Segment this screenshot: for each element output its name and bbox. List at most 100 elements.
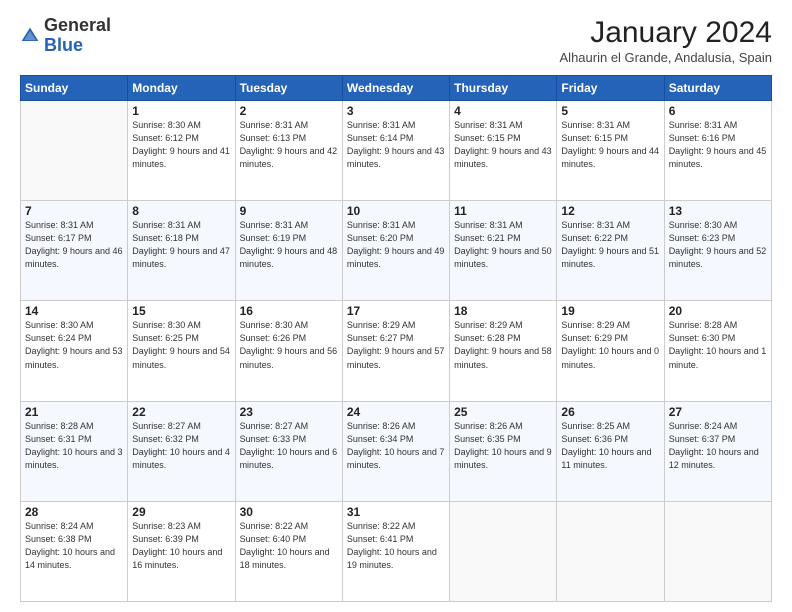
day-info: Sunrise: 8:29 AMSunset: 6:28 PMDaylight:… bbox=[454, 319, 552, 371]
day-number: 14 bbox=[25, 304, 123, 318]
day-number: 20 bbox=[669, 304, 767, 318]
table-row: 3Sunrise: 8:31 AMSunset: 6:14 PMDaylight… bbox=[342, 101, 449, 201]
table-row: 7Sunrise: 8:31 AMSunset: 6:17 PMDaylight… bbox=[21, 201, 128, 301]
day-info: Sunrise: 8:26 AMSunset: 6:35 PMDaylight:… bbox=[454, 420, 552, 472]
day-number: 13 bbox=[669, 204, 767, 218]
day-number: 4 bbox=[454, 104, 552, 118]
table-row: 26Sunrise: 8:25 AMSunset: 6:36 PMDayligh… bbox=[557, 401, 664, 501]
calendar-week-row: 14Sunrise: 8:30 AMSunset: 6:24 PMDayligh… bbox=[21, 301, 772, 401]
day-number: 17 bbox=[347, 304, 445, 318]
calendar-week-row: 7Sunrise: 8:31 AMSunset: 6:17 PMDaylight… bbox=[21, 201, 772, 301]
day-info: Sunrise: 8:31 AMSunset: 6:21 PMDaylight:… bbox=[454, 219, 552, 271]
day-info: Sunrise: 8:29 AMSunset: 6:27 PMDaylight:… bbox=[347, 319, 445, 371]
day-info: Sunrise: 8:30 AMSunset: 6:24 PMDaylight:… bbox=[25, 319, 123, 371]
logo-blue: Blue bbox=[44, 35, 83, 55]
calendar-week-row: 21Sunrise: 8:28 AMSunset: 6:31 PMDayligh… bbox=[21, 401, 772, 501]
table-row: 29Sunrise: 8:23 AMSunset: 6:39 PMDayligh… bbox=[128, 501, 235, 601]
day-info: Sunrise: 8:24 AMSunset: 6:38 PMDaylight:… bbox=[25, 520, 123, 572]
calendar-page: General Blue January 2024 Alhaurin el Gr… bbox=[0, 0, 792, 612]
day-number: 6 bbox=[669, 104, 767, 118]
table-row: 5Sunrise: 8:31 AMSunset: 6:15 PMDaylight… bbox=[557, 101, 664, 201]
table-row bbox=[664, 501, 771, 601]
day-info: Sunrise: 8:23 AMSunset: 6:39 PMDaylight:… bbox=[132, 520, 230, 572]
day-info: Sunrise: 8:26 AMSunset: 6:34 PMDaylight:… bbox=[347, 420, 445, 472]
table-row: 20Sunrise: 8:28 AMSunset: 6:30 PMDayligh… bbox=[664, 301, 771, 401]
day-number: 31 bbox=[347, 505, 445, 519]
day-info: Sunrise: 8:31 AMSunset: 6:19 PMDaylight:… bbox=[240, 219, 338, 271]
header: General Blue January 2024 Alhaurin el Gr… bbox=[20, 16, 772, 65]
day-info: Sunrise: 8:24 AMSunset: 6:37 PMDaylight:… bbox=[669, 420, 767, 472]
col-friday: Friday bbox=[557, 76, 664, 101]
table-row: 6Sunrise: 8:31 AMSunset: 6:16 PMDaylight… bbox=[664, 101, 771, 201]
day-number: 8 bbox=[132, 204, 230, 218]
table-row: 25Sunrise: 8:26 AMSunset: 6:35 PMDayligh… bbox=[450, 401, 557, 501]
day-number: 22 bbox=[132, 405, 230, 419]
logo-general: General bbox=[44, 15, 111, 35]
day-number: 12 bbox=[561, 204, 659, 218]
day-number: 21 bbox=[25, 405, 123, 419]
month-title: January 2024 bbox=[560, 16, 772, 50]
location: Alhaurin el Grande, Andalusia, Spain bbox=[560, 50, 772, 65]
day-info: Sunrise: 8:31 AMSunset: 6:18 PMDaylight:… bbox=[132, 219, 230, 271]
table-row: 8Sunrise: 8:31 AMSunset: 6:18 PMDaylight… bbox=[128, 201, 235, 301]
table-row: 2Sunrise: 8:31 AMSunset: 6:13 PMDaylight… bbox=[235, 101, 342, 201]
table-row: 30Sunrise: 8:22 AMSunset: 6:40 PMDayligh… bbox=[235, 501, 342, 601]
day-info: Sunrise: 8:31 AMSunset: 6:14 PMDaylight:… bbox=[347, 119, 445, 171]
table-row: 24Sunrise: 8:26 AMSunset: 6:34 PMDayligh… bbox=[342, 401, 449, 501]
day-info: Sunrise: 8:28 AMSunset: 6:30 PMDaylight:… bbox=[669, 319, 767, 371]
title-block: January 2024 Alhaurin el Grande, Andalus… bbox=[560, 16, 772, 65]
day-number: 10 bbox=[347, 204, 445, 218]
day-number: 29 bbox=[132, 505, 230, 519]
day-number: 28 bbox=[25, 505, 123, 519]
table-row: 1Sunrise: 8:30 AMSunset: 6:12 PMDaylight… bbox=[128, 101, 235, 201]
day-info: Sunrise: 8:31 AMSunset: 6:20 PMDaylight:… bbox=[347, 219, 445, 271]
table-row: 22Sunrise: 8:27 AMSunset: 6:32 PMDayligh… bbox=[128, 401, 235, 501]
table-row: 4Sunrise: 8:31 AMSunset: 6:15 PMDaylight… bbox=[450, 101, 557, 201]
day-info: Sunrise: 8:30 AMSunset: 6:23 PMDaylight:… bbox=[669, 219, 767, 271]
day-info: Sunrise: 8:27 AMSunset: 6:33 PMDaylight:… bbox=[240, 420, 338, 472]
col-thursday: Thursday bbox=[450, 76, 557, 101]
day-number: 11 bbox=[454, 204, 552, 218]
table-row: 28Sunrise: 8:24 AMSunset: 6:38 PMDayligh… bbox=[21, 501, 128, 601]
col-saturday: Saturday bbox=[664, 76, 771, 101]
table-row: 13Sunrise: 8:30 AMSunset: 6:23 PMDayligh… bbox=[664, 201, 771, 301]
table-row: 21Sunrise: 8:28 AMSunset: 6:31 PMDayligh… bbox=[21, 401, 128, 501]
day-number: 30 bbox=[240, 505, 338, 519]
table-row: 19Sunrise: 8:29 AMSunset: 6:29 PMDayligh… bbox=[557, 301, 664, 401]
day-number: 3 bbox=[347, 104, 445, 118]
day-number: 2 bbox=[240, 104, 338, 118]
day-info: Sunrise: 8:31 AMSunset: 6:16 PMDaylight:… bbox=[669, 119, 767, 171]
table-row: 23Sunrise: 8:27 AMSunset: 6:33 PMDayligh… bbox=[235, 401, 342, 501]
logo-icon bbox=[20, 26, 40, 46]
day-info: Sunrise: 8:31 AMSunset: 6:15 PMDaylight:… bbox=[454, 119, 552, 171]
col-tuesday: Tuesday bbox=[235, 76, 342, 101]
day-info: Sunrise: 8:30 AMSunset: 6:26 PMDaylight:… bbox=[240, 319, 338, 371]
day-number: 27 bbox=[669, 405, 767, 419]
table-row: 27Sunrise: 8:24 AMSunset: 6:37 PMDayligh… bbox=[664, 401, 771, 501]
day-info: Sunrise: 8:31 AMSunset: 6:17 PMDaylight:… bbox=[25, 219, 123, 271]
col-wednesday: Wednesday bbox=[342, 76, 449, 101]
table-row: 18Sunrise: 8:29 AMSunset: 6:28 PMDayligh… bbox=[450, 301, 557, 401]
calendar-table: Sunday Monday Tuesday Wednesday Thursday… bbox=[20, 75, 772, 602]
table-row: 16Sunrise: 8:30 AMSunset: 6:26 PMDayligh… bbox=[235, 301, 342, 401]
col-monday: Monday bbox=[128, 76, 235, 101]
day-info: Sunrise: 8:22 AMSunset: 6:41 PMDaylight:… bbox=[347, 520, 445, 572]
table-row: 9Sunrise: 8:31 AMSunset: 6:19 PMDaylight… bbox=[235, 201, 342, 301]
day-number: 18 bbox=[454, 304, 552, 318]
logo-text: General Blue bbox=[44, 16, 111, 56]
day-info: Sunrise: 8:22 AMSunset: 6:40 PMDaylight:… bbox=[240, 520, 338, 572]
table-row bbox=[450, 501, 557, 601]
day-number: 7 bbox=[25, 204, 123, 218]
day-number: 9 bbox=[240, 204, 338, 218]
col-sunday: Sunday bbox=[21, 76, 128, 101]
calendar-week-row: 1Sunrise: 8:30 AMSunset: 6:12 PMDaylight… bbox=[21, 101, 772, 201]
day-info: Sunrise: 8:31 AMSunset: 6:15 PMDaylight:… bbox=[561, 119, 659, 171]
table-row: 14Sunrise: 8:30 AMSunset: 6:24 PMDayligh… bbox=[21, 301, 128, 401]
day-info: Sunrise: 8:25 AMSunset: 6:36 PMDaylight:… bbox=[561, 420, 659, 472]
table-row: 10Sunrise: 8:31 AMSunset: 6:20 PMDayligh… bbox=[342, 201, 449, 301]
day-info: Sunrise: 8:29 AMSunset: 6:29 PMDaylight:… bbox=[561, 319, 659, 371]
table-row bbox=[21, 101, 128, 201]
day-info: Sunrise: 8:31 AMSunset: 6:13 PMDaylight:… bbox=[240, 119, 338, 171]
calendar-week-row: 28Sunrise: 8:24 AMSunset: 6:38 PMDayligh… bbox=[21, 501, 772, 601]
table-row: 15Sunrise: 8:30 AMSunset: 6:25 PMDayligh… bbox=[128, 301, 235, 401]
